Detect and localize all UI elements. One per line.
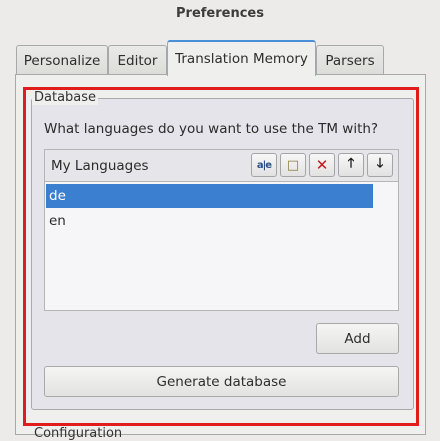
tab-label: Translation Memory — [175, 51, 308, 67]
tab-label: Parsers — [325, 52, 375, 69]
tab-translation-memory[interactable]: Translation Memory — [167, 40, 316, 76]
tab-label: Editor — [117, 52, 158, 69]
new-item-icon: □ — [286, 157, 300, 173]
languages-question: What languages do you want to use the TM… — [44, 121, 379, 137]
add-button[interactable]: Add — [316, 323, 399, 354]
arrow-up-icon: 🡑 — [347, 156, 355, 171]
tab-personalize[interactable]: Personalize — [16, 45, 108, 75]
languages-list-title: My Languages — [51, 158, 149, 174]
tab-parsers[interactable]: Parsers — [316, 45, 384, 75]
move-down-button[interactable]: 🡓 — [367, 153, 393, 177]
delete-icon: ✕ — [315, 156, 329, 174]
new-item-button[interactable]: □ — [280, 153, 306, 177]
generate-database-button[interactable]: Generate database — [44, 366, 399, 397]
delete-button[interactable]: ✕ — [309, 153, 335, 177]
rename-icon: a|e — [256, 159, 272, 171]
languages-list[interactable]: de en — [44, 181, 399, 311]
move-up-button[interactable]: 🡑 — [338, 153, 364, 177]
window-title: Preferences — [176, 6, 264, 21]
tab-editor[interactable]: Editor — [108, 45, 167, 75]
configuration-group-legend: Configuration — [34, 426, 123, 441]
tab-label: Personalize — [23, 52, 101, 69]
arrow-down-icon: 🡓 — [376, 156, 384, 171]
rename-button[interactable]: a|e — [251, 153, 277, 177]
generate-database-label: Generate database — [156, 373, 287, 390]
database-group-legend: Database — [32, 90, 99, 105]
languages-list-header: My Languages a|e □ ✕ 🡑 🡓 — [44, 149, 399, 181]
list-item[interactable]: de — [46, 184, 373, 208]
list-item[interactable]: en — [46, 209, 373, 233]
add-button-label: Add — [344, 330, 371, 347]
